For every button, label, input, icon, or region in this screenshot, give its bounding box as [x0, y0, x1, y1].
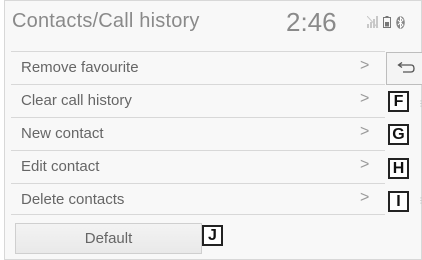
menu-item-edit-contact[interactable]: Edit contact >	[11, 150, 385, 182]
chevron-right-icon: >	[360, 57, 370, 74]
chevron-right-icon: >	[360, 189, 370, 206]
signal-icon	[367, 16, 379, 28]
menu-item-label: New contact	[21, 125, 104, 142]
menu-item-clear-call-history[interactable]: Clear call history >	[11, 84, 385, 116]
chevron-right-icon: >	[360, 90, 370, 107]
callout-label-g: G	[388, 124, 409, 145]
page-title: Contacts/Call history	[12, 10, 200, 32]
bluetooth-icon	[396, 16, 405, 29]
menu-item-remove-favourite[interactable]: Remove favourite >	[11, 51, 385, 83]
chevron-right-icon: >	[360, 156, 370, 173]
menu-item-delete-contacts[interactable]: Delete contacts >	[11, 183, 385, 215]
callout-label-j: J	[202, 225, 223, 246]
contacts-screen: Contacts/Call history 2:46 Remove favour…	[4, 0, 422, 260]
clock: 2:46	[286, 7, 337, 37]
callout-label-h: H	[388, 158, 409, 179]
menu-item-label: Edit contact	[21, 158, 100, 175]
callout-label-i: I	[388, 191, 409, 212]
default-button[interactable]: Default	[15, 223, 202, 254]
menu-item-label: Clear call history	[21, 92, 132, 109]
callout-label-f: F	[388, 91, 409, 112]
back-arrow-icon	[397, 62, 415, 73]
back-button[interactable]	[386, 52, 422, 85]
default-button-label: Default	[84, 230, 133, 247]
menu-item-label: Delete contacts	[21, 191, 125, 208]
header: Contacts/Call history 2:46	[5, 1, 421, 45]
scroll-indicator: ⋮	[417, 196, 422, 205]
battery-icon	[383, 16, 391, 28]
scroll-indicator: ⋮	[417, 99, 422, 108]
menu-item-new-contact[interactable]: New contact >	[11, 117, 385, 149]
chevron-right-icon: >	[360, 123, 370, 140]
menu-item-label: Remove favourite	[21, 59, 139, 76]
